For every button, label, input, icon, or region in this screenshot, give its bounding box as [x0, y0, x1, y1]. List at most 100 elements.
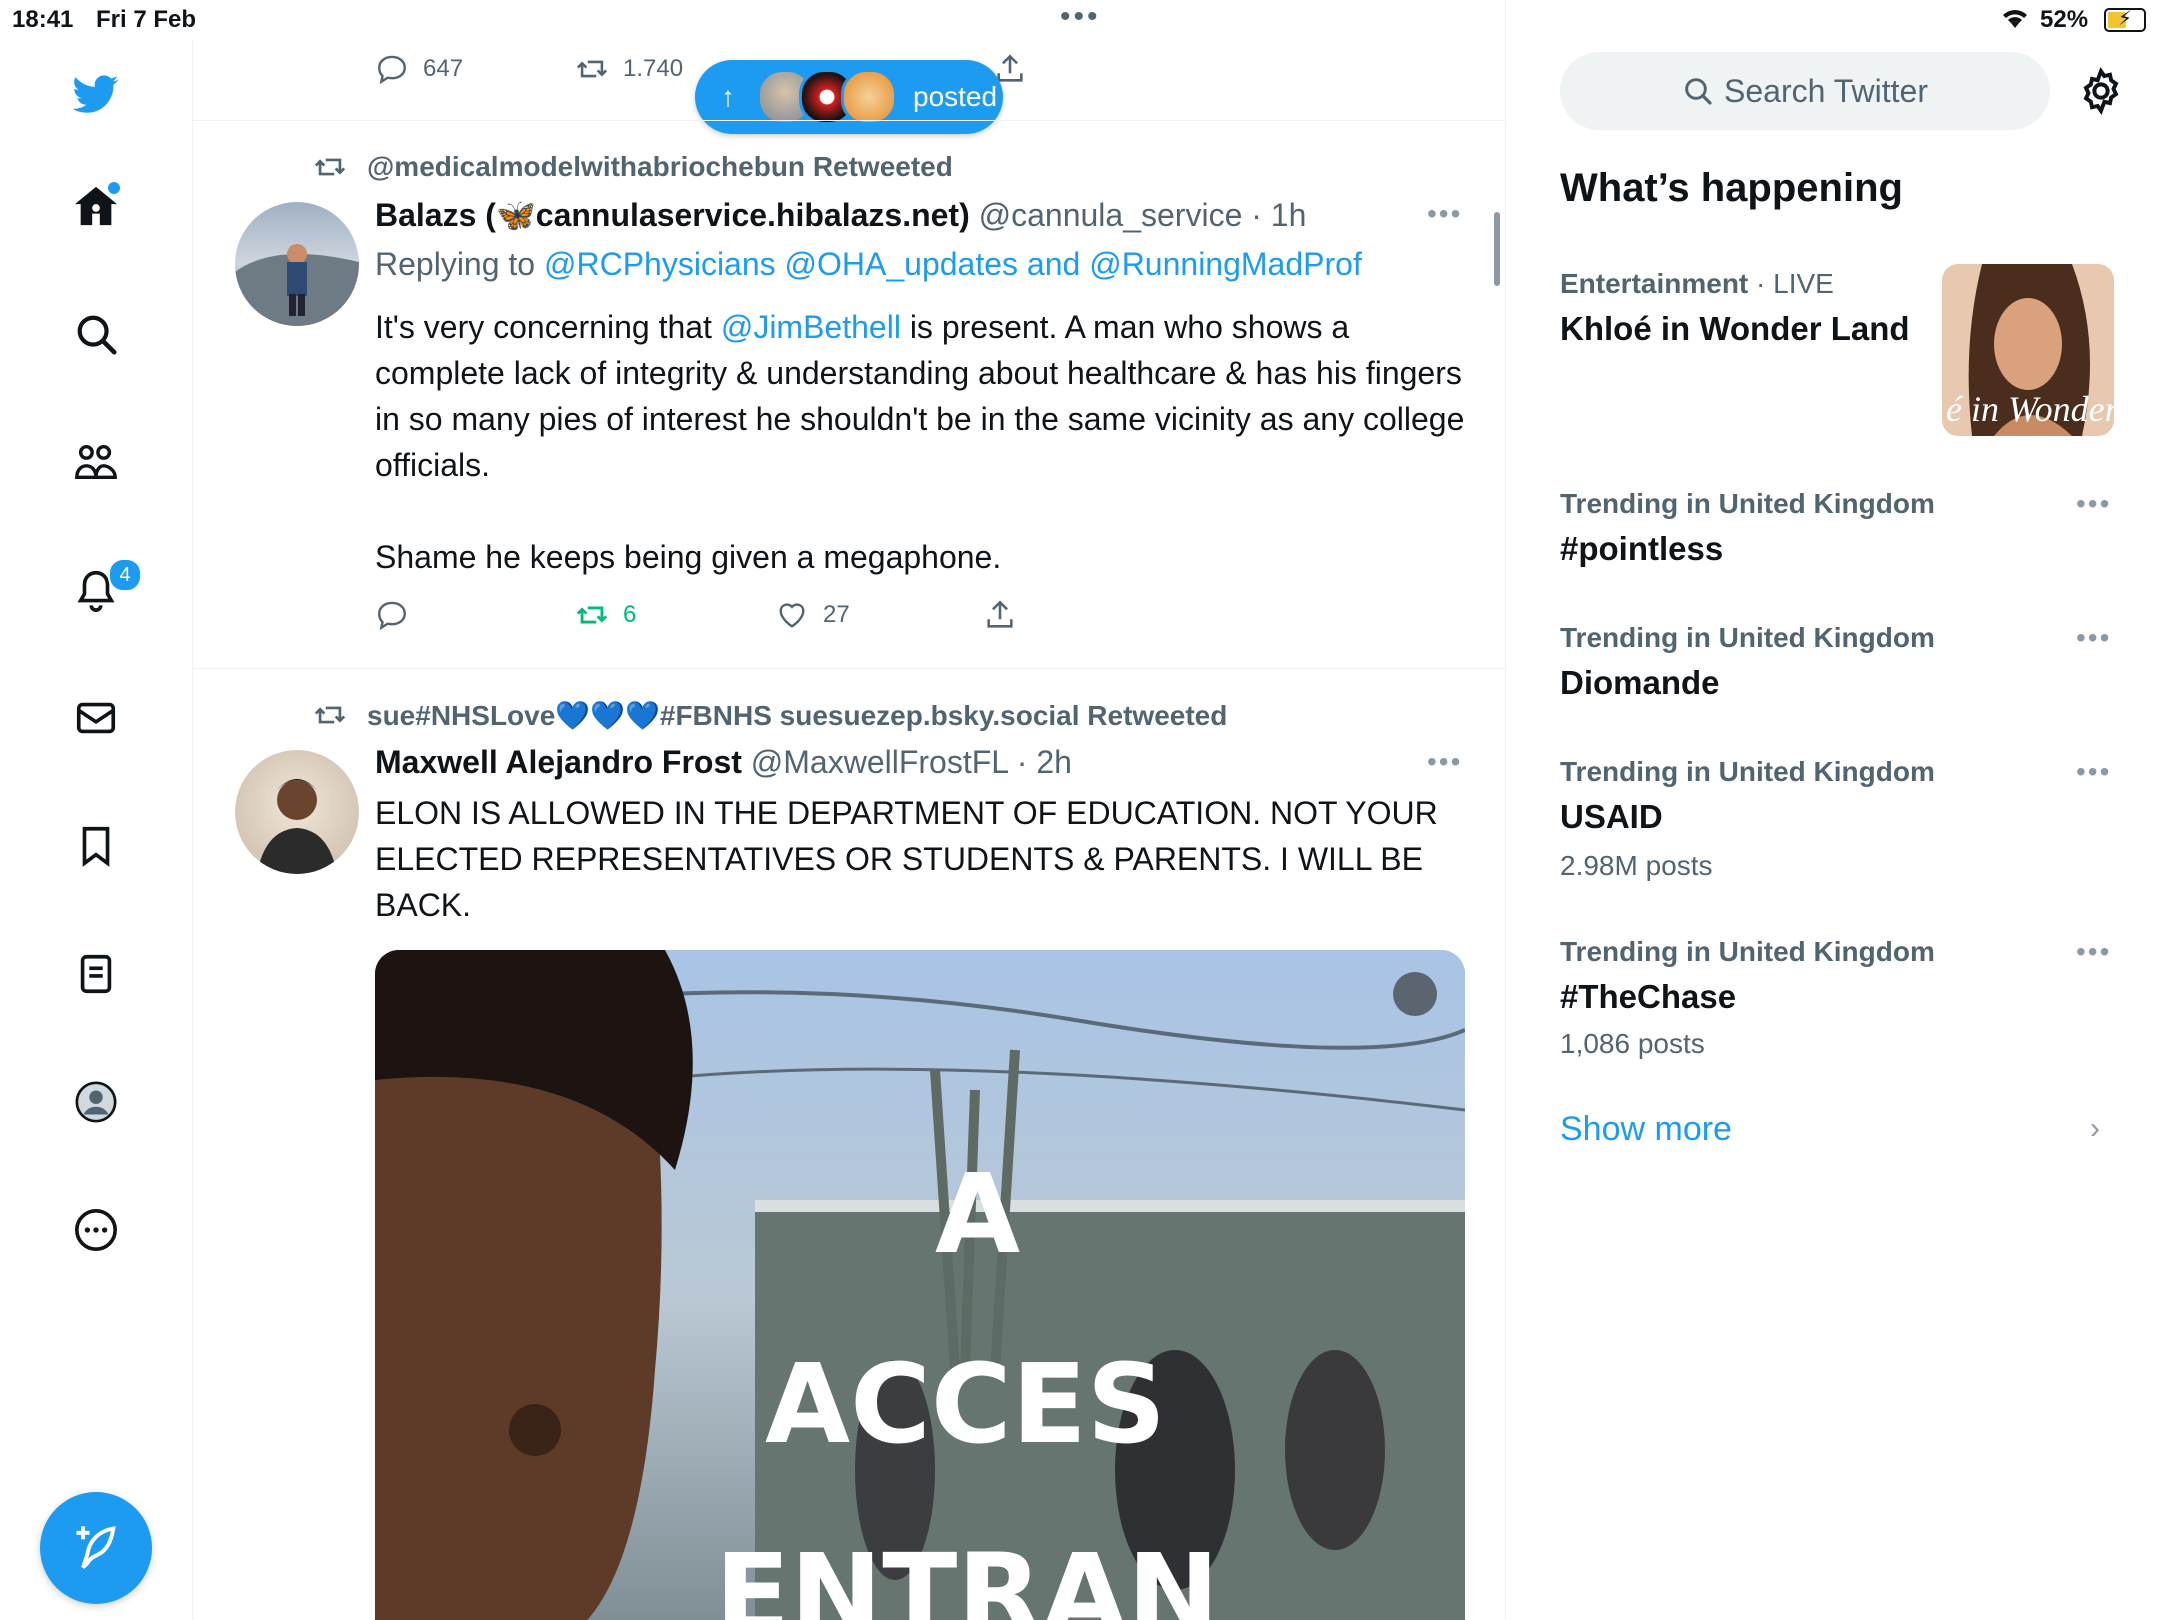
more-icon[interactable]	[64, 1198, 128, 1262]
search-placeholder: Search Twitter	[1724, 72, 1928, 109]
twitter-logo-icon[interactable]	[64, 62, 128, 126]
replying-to-label: Replying to	[375, 246, 544, 282]
trend-name: Diomande	[1560, 664, 1720, 701]
butterfly-icon: 🦋	[495, 197, 536, 233]
trend-name: Khloé in Wonder Land	[1560, 310, 1910, 347]
display-name-suffix[interactable]: cannulaservice.hibalazs.net)	[536, 197, 970, 233]
display-name[interactable]: Maxwell Alejandro Frost	[375, 744, 742, 780]
new-posts-pill[interactable]: ↑ posted	[695, 60, 1003, 134]
reply-button[interactable]: 647	[375, 52, 463, 86]
status-date: Fri 7 Feb	[96, 6, 197, 33]
retweeted-by-label: sue#NHSLove💙💙💙#FBNHS suesuezep.bsky.soci…	[367, 699, 1228, 731]
trend-name: #pointless	[1560, 530, 1724, 567]
replying-to: Replying to @RCPhysicians @OHA_updates a…	[375, 246, 1362, 283]
user-handle[interactable]: @cannula_service	[979, 197, 1243, 233]
show-more-link[interactable]: Show more	[1560, 1110, 1732, 1149]
right-sidebar: Search Twitter What’s happening Entertai…	[1506, 0, 2160, 1620]
lists-icon[interactable]	[64, 942, 128, 1006]
tweet-time[interactable]: · 2h	[1017, 744, 1072, 780]
retweet-icon	[314, 158, 346, 176]
reply-button[interactable]	[375, 598, 409, 632]
reply-count: 647	[423, 55, 464, 82]
compose-tweet-button[interactable]	[40, 1492, 152, 1604]
trend-more-icon[interactable]: •••	[2076, 488, 2111, 520]
mention-link[interactable]: @JimBethell	[721, 309, 901, 345]
retweeted-by: @medicalmodelwithabriochebun Retweeted	[313, 150, 953, 184]
tweet-more-icon[interactable]: •••	[1427, 746, 1462, 778]
share-button[interactable]	[983, 598, 1017, 632]
communities-icon[interactable]	[64, 430, 128, 494]
video-overlay-text: ACCES	[765, 1340, 1166, 1468]
chevron-right-icon: ›	[2090, 1112, 2100, 1145]
notifications-icon[interactable]: 4	[64, 558, 142, 622]
timeline-feed[interactable]: 647 1.740 ↑ posted @medicalmodelwithabri…	[193, 0, 1506, 1620]
tweet-time[interactable]: · 1h	[1251, 197, 1306, 233]
retweet-icon	[576, 606, 608, 624]
replying-to-links[interactable]: @RCPhysicians @OHA_updates and @RunningM…	[544, 246, 1362, 282]
retweeted-by-label: @medicalmodelwithabriochebun Retweeted	[367, 151, 953, 182]
tweet-text-paragraph: Shame he keeps being given a megaphone.	[375, 539, 1002, 575]
trend-count: 2.98M posts	[1560, 850, 1713, 881]
search-icon[interactable]	[64, 302, 128, 366]
home-unread-dot	[108, 182, 120, 194]
tweet-text-part: It's very concerning that	[375, 309, 721, 345]
retweet-button[interactable]: 6	[575, 598, 636, 632]
user-handle[interactable]: @MaxwellFrostFL	[751, 744, 1008, 780]
retweeted-by: sue#NHSLove💙💙💙#FBNHS suesuezep.bsky.soci…	[313, 698, 1227, 732]
trend-more-icon[interactable]: •••	[2076, 936, 2111, 968]
trend-more-icon[interactable]: •••	[2076, 622, 2111, 654]
left-nav: 4	[0, 40, 193, 1620]
trend-meta: Trending in United Kingdom	[1560, 936, 1935, 967]
home-icon[interactable]	[64, 174, 128, 238]
reply-icon	[378, 55, 406, 85]
video-overlay-text: A	[935, 1150, 1021, 1278]
status-time: 18:41	[12, 6, 74, 33]
avatar[interactable]	[235, 202, 359, 326]
divider	[193, 120, 1505, 121]
trend-meta: Trending in United Kingdom	[1560, 488, 1935, 519]
trend-category: Entertainment	[1560, 268, 1749, 299]
featured-image-text: é in Wonder L	[1946, 389, 2114, 429]
tweet-header: Balazs (🦋cannulaservice.hibalazs.net) @c…	[375, 196, 1306, 234]
trend-meta: Entertainment · LIVE	[1560, 268, 1834, 300]
reply-icon	[378, 601, 406, 631]
share-icon	[987, 600, 1013, 628]
tweet-text: It's very concerning that @JimBethell is…	[375, 304, 1465, 580]
compose-feather-icon	[76, 1526, 116, 1569]
retweet-count: 1.740	[623, 55, 684, 82]
trend-name: USAID	[1560, 798, 1663, 835]
notifications-badge: 4	[108, 558, 142, 592]
tweet-more-icon[interactable]: •••	[1427, 198, 1462, 230]
heart-icon	[779, 603, 805, 628]
like-button[interactable]: 27	[775, 598, 850, 632]
avatar[interactable]	[235, 750, 359, 874]
profile-icon[interactable]	[64, 1070, 128, 1134]
tweet-text: ELON IS ALLOWED IN THE DEPARTMENT OF EDU…	[375, 795, 1438, 923]
trend-live: · LIVE	[1756, 268, 1834, 299]
trend-meta: Trending in United Kingdom	[1560, 756, 1935, 787]
retweet-icon	[314, 706, 346, 724]
display-name-prefix[interactable]: Balazs (	[375, 197, 496, 233]
tweet-video[interactable]: A ACCES ENTRAN	[375, 950, 1465, 1620]
bookmarks-icon[interactable]	[64, 814, 128, 878]
whats-happening-title: What’s happening	[1560, 166, 1903, 210]
scrollbar[interactable]	[1494, 212, 1500, 286]
search-twitter-input[interactable]: Search Twitter	[1560, 52, 2050, 130]
video-overlay-text: ENTRAN	[715, 1530, 1220, 1620]
tweet-header: Maxwell Alejandro Frost @MaxwellFrostFL …	[375, 744, 1072, 781]
retweet-icon	[576, 60, 608, 78]
trend-count: 1,086 posts	[1560, 1028, 1705, 1059]
settings-gear-icon[interactable]	[2076, 66, 2126, 116]
retweet-count: 6	[623, 601, 637, 628]
posted-label: posted	[913, 81, 998, 112]
trend-more-icon[interactable]: •••	[2076, 756, 2111, 788]
like-count: 27	[823, 601, 850, 628]
search-icon	[1685, 78, 1712, 105]
trend-name: #TheChase	[1560, 978, 1737, 1015]
messages-icon[interactable]	[64, 686, 128, 750]
featured-trend-image: é in Wonder L	[1942, 264, 2114, 436]
pill-avatar	[841, 69, 897, 125]
divider	[193, 668, 1505, 669]
retweet-button[interactable]: 1.740	[575, 52, 683, 86]
arrow-up-icon: ↑	[721, 81, 735, 112]
